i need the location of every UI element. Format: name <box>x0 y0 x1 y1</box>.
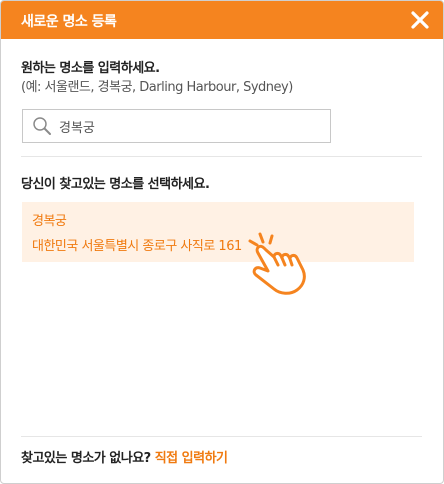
dialog-title: 새로운 명소 등록 <box>21 14 117 30</box>
close-icon <box>411 11 429 29</box>
result-name: 경복궁 <box>32 214 67 229</box>
footer-question: 찾고있는 명소가 없나요? <box>21 451 151 466</box>
footer: 찾고있는 명소가 없나요? 직접 입력하기 <box>21 447 228 466</box>
divider <box>21 156 422 157</box>
results-title: 당신이 찾고있는 명소를 선택하세요. <box>21 177 210 192</box>
result-item[interactable]: 경복궁 대한민국 서울특별시 종로구 사직로 161 <box>22 202 414 262</box>
result-address: 대한민국 서울특별시 종로구 사직로 161 <box>32 239 242 254</box>
add-place-dialog: 새로운 명소 등록 원하는 명소를 입력하세요. (예: 서울랜드, 경복궁, … <box>0 0 444 484</box>
prompt-example: (예: 서울랜드, 경복궁, Darling Harbour, Sydney) <box>21 80 293 95</box>
search-icon <box>33 117 51 135</box>
prompt-title: 원하는 명소를 입력하세요. <box>21 61 160 76</box>
search-input[interactable] <box>59 110 319 142</box>
hand-pointer-icon <box>248 232 306 295</box>
dialog-header: 새로운 명소 등록 <box>1 1 443 39</box>
search-box[interactable] <box>22 109 331 143</box>
manual-entry-link[interactable]: 직접 입력하기 <box>155 451 228 466</box>
divider <box>21 436 422 437</box>
close-button[interactable] <box>407 7 433 33</box>
